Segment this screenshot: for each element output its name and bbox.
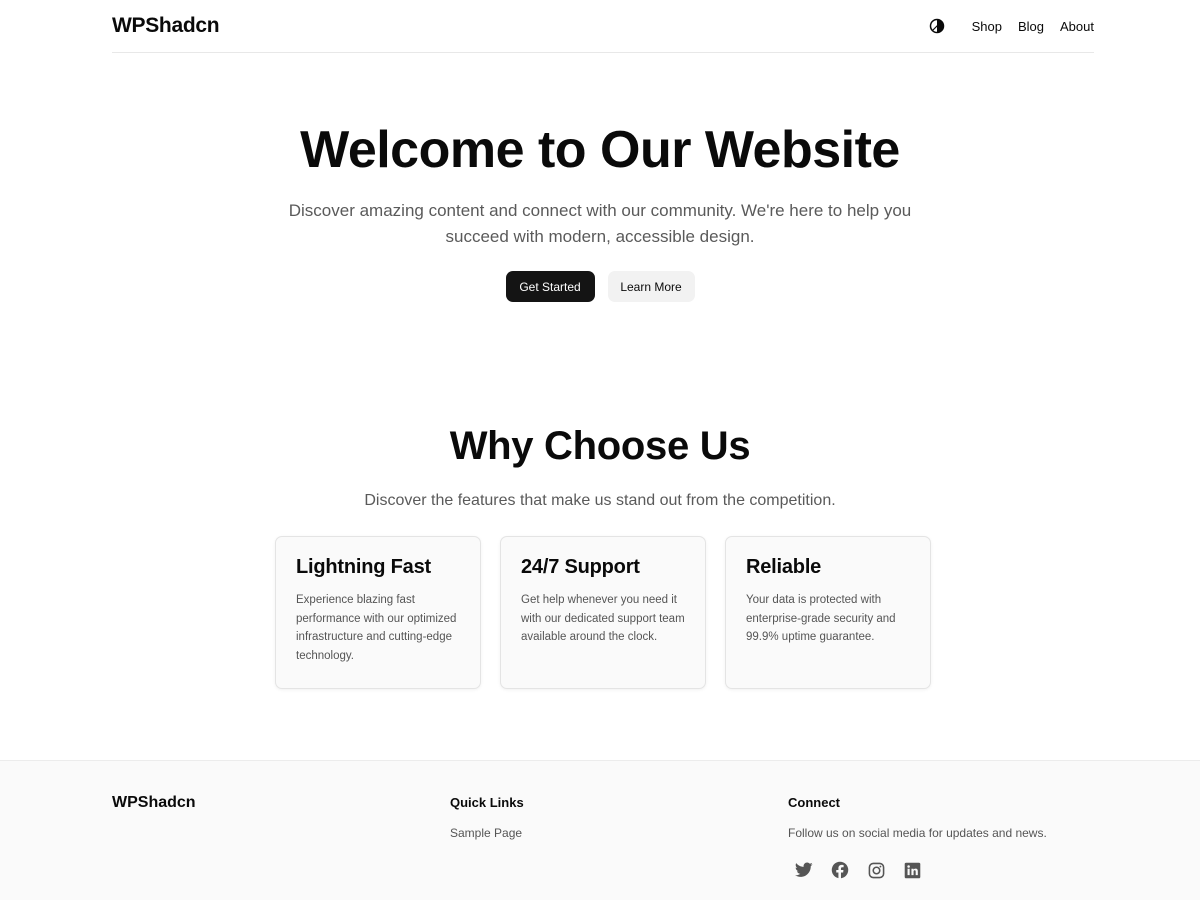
connect-text: Follow us on social media for updates an…: [788, 826, 1047, 840]
linkedin-icon[interactable]: [902, 860, 922, 880]
feature-card: 24/7 Support Get help whenever you need …: [500, 536, 706, 689]
feature-card: Reliable Your data is protected with ent…: [725, 536, 931, 689]
instagram-icon[interactable]: [866, 860, 886, 880]
nav-link-shop[interactable]: Shop: [972, 19, 1002, 34]
feature-card-title: Lightning Fast: [296, 556, 431, 578]
social-links: [794, 860, 1047, 880]
nav-link-blog[interactable]: Blog: [1018, 19, 1044, 34]
feature-card-text: Get help whenever you need it with our d…: [521, 594, 685, 643]
site-brand[interactable]: WPShadcn: [112, 14, 220, 38]
learn-more-button[interactable]: Learn More: [607, 271, 695, 302]
connect-heading: Connect: [788, 795, 840, 810]
main-nav: Shop Blog About: [928, 17, 1094, 35]
site-header: WPShadcn Shop Blog About: [112, 0, 1094, 53]
hero-actions: Get Started Learn More: [0, 271, 1200, 302]
footer-link-sample-page[interactable]: Sample Page: [450, 826, 524, 840]
footer-connect: Connect Follow us on social media for up…: [788, 795, 1047, 880]
hero-subtitle: Discover amazing content and connect wit…: [288, 201, 912, 246]
quick-links-heading: Quick Links: [450, 795, 524, 810]
feature-card-text: Your data is protected with enterprise-g…: [746, 594, 896, 643]
site-footer: WPShadcn Quick Links Sample Page Connect…: [0, 760, 1200, 900]
facebook-icon[interactable]: [830, 860, 850, 880]
features-subtitle: Discover the features that make us stand…: [364, 492, 836, 509]
feature-card: Lightning Fast Experience blazing fast p…: [275, 536, 481, 689]
theme-toggle-icon[interactable]: [928, 17, 946, 35]
features-title: Why Choose Us: [449, 424, 751, 468]
footer-quick-links: Quick Links Sample Page: [450, 795, 524, 840]
feature-cards: Lightning Fast Experience blazing fast p…: [275, 536, 931, 689]
feature-card-title: 24/7 Support: [521, 556, 640, 578]
footer-brand[interactable]: WPShadcn: [112, 794, 196, 812]
twitter-icon[interactable]: [794, 860, 814, 880]
feature-card-title: Reliable: [746, 556, 822, 578]
hero-title: Welcome to Our Website: [300, 121, 900, 179]
nav-link-about[interactable]: About: [1060, 19, 1094, 34]
get-started-button[interactable]: Get Started: [505, 271, 595, 302]
feature-card-text: Experience blazing fast performance with…: [296, 594, 457, 662]
